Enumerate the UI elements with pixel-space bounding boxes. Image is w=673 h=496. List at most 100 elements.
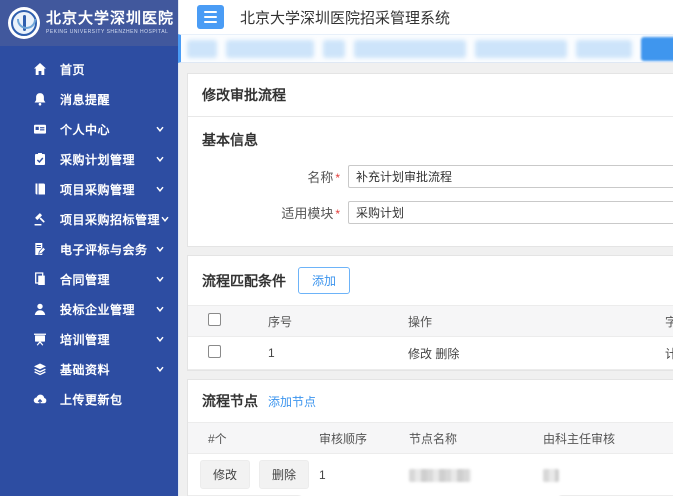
user-icon — [33, 302, 47, 316]
top-header: 北京大学深圳医院招采管理系统 — [178, 0, 673, 34]
sidebar-item-contract-management[interactable]: 合同管理 — [0, 264, 178, 294]
sidebar-item-personal-center[interactable]: 个人中心 — [0, 114, 178, 144]
app-window: 北京大学深圳医院 PEKING UNIVERSITY SHENZHEN HOSP… — [0, 0, 673, 496]
chevron-down-icon — [160, 214, 170, 224]
col-seq-header: 序号 — [260, 306, 400, 337]
chevron-down-icon — [155, 124, 165, 134]
sidebar: 北京大学深圳医院 PEKING UNIVERSITY SHENZHEN HOSP… — [0, 0, 178, 496]
sidebar-nav: 首页 消息提醒 个人中心 采购计划管理 — [0, 46, 178, 414]
sidebar-item-label: 个人中心 — [60, 121, 110, 138]
basic-info-section-title: 基本信息 — [188, 117, 673, 152]
sidebar-item-label: 投标企业管理 — [60, 301, 135, 318]
sidebar-item-label: 上传更新包 — [60, 391, 123, 408]
sidebar-item-label: 基础资料 — [60, 361, 110, 378]
redacted-active-tab[interactable] — [641, 37, 673, 61]
node-order: 1 — [311, 454, 401, 496]
name-input[interactable] — [348, 165, 673, 188]
brand-name-en: PEKING UNIVERSITY SHENZHEN HOSPITAL — [46, 30, 174, 36]
select-all-checkbox[interactable] — [208, 313, 221, 326]
redacted-tab[interactable] — [576, 40, 632, 58]
sidebar-item-e-evaluation[interactable]: 电子评标与会务 — [0, 234, 178, 264]
module-field-row: 适用模块* — [188, 201, 673, 224]
sidebar-item-label: 项目采购招标管理 — [60, 211, 160, 228]
sidebar-item-home[interactable]: 首页 — [0, 54, 178, 84]
redacted-tab[interactable] — [323, 40, 345, 58]
sidebar-item-label: 消息提醒 — [60, 91, 110, 108]
condition-partial: 计 — [648, 337, 673, 370]
name-field-label: 名称* — [188, 167, 340, 186]
chevron-down-icon — [155, 154, 165, 164]
add-condition-button[interactable]: 添加 — [298, 267, 350, 294]
idcard-icon — [33, 122, 47, 136]
sidebar-item-bidder-enterprise[interactable]: 投标企业管理 — [0, 294, 178, 324]
cloud-upload-icon — [33, 392, 47, 406]
sidebar-item-project-purchase[interactable]: 项目采购管理 — [0, 174, 178, 204]
chevron-down-icon — [155, 304, 165, 314]
open-tabs-strip — [178, 34, 673, 63]
col-op-header: 操作 — [400, 306, 648, 337]
page-content: 修改审批流程 基本信息 名称* 适用模块* 流程匹配条件 添加 — [178, 63, 673, 496]
book-icon — [33, 182, 47, 196]
hospital-logo-icon — [8, 7, 40, 39]
app-title: 北京大学深圳医院招采管理系统 — [240, 7, 450, 28]
sidebar-item-label: 项目采购管理 — [60, 181, 135, 198]
sidebar-item-label: 首页 — [60, 61, 85, 78]
col-order-header: 审核顺序 — [311, 423, 401, 454]
sidebar-item-bidding-management[interactable]: 项目采购招标管理 — [0, 204, 178, 234]
module-select[interactable] — [348, 201, 673, 224]
sidebar-item-messages[interactable]: 消息提醒 — [0, 84, 178, 114]
sidebar-item-label: 电子评标与会务 — [60, 241, 148, 258]
module-field-label: 适用模块* — [188, 203, 340, 222]
delete-node-button[interactable]: 删除 — [259, 460, 309, 489]
sidebar-item-purchase-plan[interactable]: 采购计划管理 — [0, 144, 178, 174]
contract-icon — [33, 272, 47, 286]
chevron-down-icon — [155, 184, 165, 194]
sidebar-item-basic-data[interactable]: 基础资料 — [0, 354, 178, 384]
redacted-tab[interactable] — [354, 40, 466, 58]
flow-nodes-table: #个 审核顺序 节点名称 由科主任审核 修改删除 1 — [188, 422, 673, 496]
col-reviewer-header: 由科主任审核 — [535, 423, 673, 454]
chevron-down-icon — [155, 364, 165, 374]
menu-toggle-button[interactable] — [197, 5, 224, 29]
match-conditions-table: 序号 操作 字 1 修改 删除 计 — [188, 305, 673, 370]
presentation-icon — [33, 332, 47, 346]
sidebar-item-label: 合同管理 — [60, 271, 110, 288]
edit-approval-flow-panel: 修改审批流程 基本信息 名称* 适用模块* — [187, 73, 673, 247]
col-partial-header: 字 — [648, 306, 673, 337]
condition-row: 1 修改 删除 计 — [188, 337, 673, 370]
add-node-link[interactable]: 添加节点 — [268, 393, 316, 410]
sidebar-item-upload-package[interactable]: 上传更新包 — [0, 384, 178, 414]
brand-header: 北京大学深圳医院 PEKING UNIVERSITY SHENZHEN HOSP… — [0, 0, 178, 46]
modify-node-button[interactable]: 修改 — [200, 460, 250, 489]
condition-ops[interactable]: 修改 删除 — [400, 337, 648, 370]
name-field-row: 名称* — [188, 165, 673, 188]
brand-name-cn: 北京大学深圳医院 — [46, 11, 174, 28]
redaction-artifact — [300, 492, 560, 496]
node-row: 修改删除 1 — [188, 454, 673, 496]
chevron-down-icon — [155, 334, 165, 344]
redacted-tab[interactable] — [187, 40, 217, 58]
chevron-down-icon — [155, 274, 165, 284]
layers-icon — [33, 362, 47, 376]
flow-nodes-panel: 流程节点 添加节点 #个 审核顺序 节点名称 由科主任审核 — [187, 379, 673, 496]
row-checkbox[interactable] — [208, 345, 221, 358]
page-title: 修改审批流程 — [202, 85, 286, 105]
home-icon — [33, 62, 47, 76]
redacted-tab[interactable] — [226, 40, 314, 58]
clipboard-check-icon — [33, 152, 47, 166]
flow-nodes-title: 流程节点 — [202, 391, 258, 411]
bell-icon — [33, 92, 47, 106]
select-all-header — [188, 306, 260, 337]
col-hash-header: #个 — [188, 423, 311, 454]
sidebar-item-training[interactable]: 培训管理 — [0, 324, 178, 354]
redacted-tab[interactable] — [475, 40, 567, 58]
gavel-icon — [33, 212, 47, 226]
document-edit-icon — [33, 242, 47, 256]
sidebar-item-label: 培训管理 — [60, 331, 110, 348]
main-area: 北京大学深圳医院招采管理系统 修改审批流程 基本信息 名称* — [178, 0, 673, 496]
required-asterisk: * — [335, 171, 340, 185]
redacted-node-name — [409, 469, 471, 482]
redacted-reviewer-flag — [543, 469, 559, 482]
required-asterisk: * — [335, 207, 340, 221]
col-name-header: 节点名称 — [401, 423, 535, 454]
